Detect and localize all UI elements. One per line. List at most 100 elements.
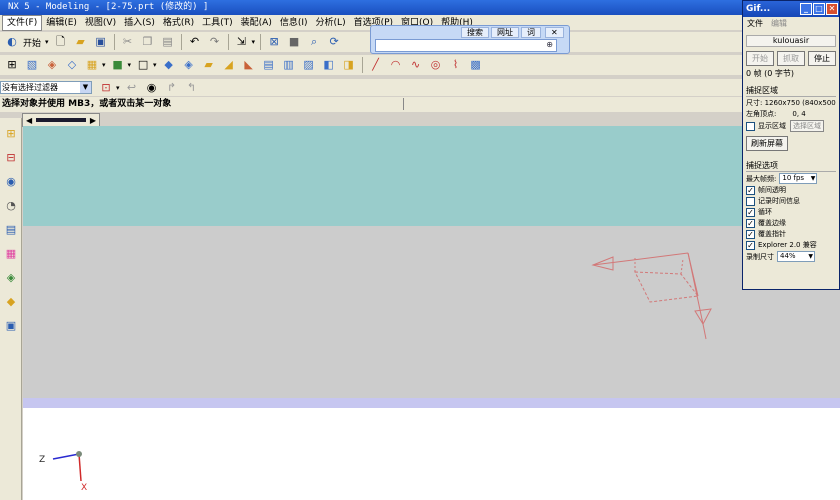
internet-explorer-icon[interactable]: ◉ [2, 172, 20, 190]
refresh-screen-button[interactable]: 刷新屏幕 [746, 136, 788, 151]
menu-edit[interactable]: 编辑(E) [42, 16, 81, 30]
save-icon[interactable]: ▣ [93, 34, 109, 50]
close-icon[interactable]: ✕ [545, 27, 564, 38]
process-studio-icon[interactable]: ◈ [2, 268, 20, 286]
chevron-down-icon[interactable]: ▾ [102, 61, 106, 69]
revolve-icon[interactable]: ◈ [44, 57, 60, 73]
sketch-icon[interactable]: ⊞ [4, 57, 20, 73]
shaded-view-icon[interactable]: ◆ [161, 57, 177, 73]
draft-icon[interactable]: ▤ [261, 57, 277, 73]
web-tab[interactable]: 网址 [491, 27, 519, 38]
extra-tab[interactable]: 词 [521, 27, 541, 38]
chamfer-icon[interactable]: ◢ [221, 57, 237, 73]
loop-checkbox[interactable]: ✓ [746, 207, 755, 217]
cover-border-checkbox[interactable]: ✓ [746, 218, 755, 228]
chevron-down-icon[interactable]: ▾ [45, 38, 49, 46]
cut-icon[interactable]: ✂ [120, 34, 136, 50]
start-icon[interactable]: ◐ [4, 34, 20, 50]
blend-icon[interactable]: ▰ [201, 57, 217, 73]
redo-icon[interactable]: ↷ [207, 34, 223, 50]
offset-curve-icon[interactable]: ◎ [428, 57, 444, 73]
gif-menu-edit[interactable]: 编辑 [771, 17, 787, 31]
roles-icon[interactable]: ◆ [2, 292, 20, 310]
fit-view-icon[interactable]: ⊠ [266, 34, 282, 50]
zoom-icon[interactable]: ⌕ [306, 34, 322, 50]
sweep-icon[interactable]: ◇ [64, 57, 80, 73]
chevron-down-icon[interactable]: ▾ [153, 61, 157, 69]
search-input[interactable] [375, 39, 557, 52]
cover-pointer-checkbox[interactable]: ✓ [746, 229, 755, 239]
open-folder-icon[interactable]: ▰ [73, 34, 89, 50]
menu-analysis[interactable]: 分析(L) [312, 16, 350, 30]
scroll-right-icon[interactable]: ▶ [90, 116, 96, 125]
hole-icon[interactable]: ▦ [84, 57, 100, 73]
menu-assembly[interactable]: 装配(A) [237, 16, 276, 30]
trim-icon[interactable]: ⌇ [448, 57, 464, 73]
gif-title-bar[interactable]: Gif... _ □ ✕ [743, 1, 839, 17]
timeinfo-checkbox[interactable] [746, 196, 755, 206]
start-button-label[interactable]: 开始 [23, 36, 41, 49]
mirror-icon[interactable]: ▨ [301, 57, 317, 73]
paste-icon[interactable]: ▤ [160, 34, 176, 50]
assembly-navigator-icon[interactable]: ⊞ [2, 124, 20, 142]
zoom-window-icon[interactable]: ■ [286, 34, 302, 50]
subtract-icon[interactable]: ◨ [341, 57, 357, 73]
wireframe-view-icon[interactable]: ◈ [181, 57, 197, 73]
copy-icon[interactable]: ❐ [140, 34, 156, 50]
chevron-down-icon[interactable]: ▼ [80, 82, 91, 93]
scroll-left-icon[interactable]: ◀ [26, 116, 32, 125]
rotate-icon[interactable]: ⟳ [326, 34, 342, 50]
block-icon[interactable]: ■ [110, 57, 126, 73]
chevron-down-icon[interactable]: ▾ [252, 38, 256, 46]
minimize-icon[interactable]: _ [800, 3, 812, 15]
surface-icon[interactable]: ▩ [468, 57, 484, 73]
wcs-triad[interactable] [591, 252, 712, 340]
rectangle-icon[interactable]: □ [135, 57, 151, 73]
chevron-down-icon[interactable]: ▾ [116, 84, 120, 92]
maximize-icon[interactable]: □ [813, 3, 825, 15]
capture-button[interactable]: 抓取 [777, 51, 805, 66]
record-size-select[interactable]: 44% ▼ [777, 251, 815, 262]
reuse-library-icon[interactable]: ▤ [2, 220, 20, 238]
scroll-track[interactable] [36, 118, 86, 122]
graphics-window[interactable]: Z X [23, 126, 840, 500]
shell-icon[interactable]: ◣ [241, 57, 257, 73]
menu-view[interactable]: 视图(V) [81, 16, 120, 30]
menu-tools[interactable]: 工具(T) [198, 16, 237, 30]
select-icon[interactable]: ⇲ [234, 34, 250, 50]
undo-icon[interactable]: ↶ [187, 34, 203, 50]
explorer-checkbox[interactable]: ✓ [746, 240, 755, 250]
chevron-down-icon[interactable]: ▾ [128, 61, 132, 69]
filter-select[interactable]: 没有选择过滤器 ▼ [0, 81, 92, 94]
system-materials-icon[interactable]: ▣ [2, 316, 20, 334]
select-next-icon[interactable]: ↱ [164, 80, 180, 96]
spline-icon[interactable]: ∿ [408, 57, 424, 73]
extrude-icon[interactable]: ▧ [24, 57, 40, 73]
start-button[interactable]: 开始 [746, 51, 774, 66]
view-icon[interactable]: ◉ [144, 80, 160, 96]
line-icon[interactable]: ╱ [368, 57, 384, 73]
search-go-icon[interactable]: ⊕ [546, 40, 553, 49]
new-file-icon[interactable]: 🗋 [53, 34, 69, 50]
chevron-down-icon[interactable]: ▼ [811, 174, 816, 183]
menu-format[interactable]: 格式(R) [159, 16, 198, 30]
chevron-down-icon[interactable]: ▼ [808, 252, 813, 261]
snap-icon[interactable]: ⊡ [98, 80, 114, 96]
arc-icon[interactable]: ◠ [388, 57, 404, 73]
menu-file[interactable]: 文件(F) [2, 14, 43, 31]
history-icon[interactable]: ◔ [2, 196, 20, 214]
pattern-icon[interactable]: ▥ [281, 57, 297, 73]
show-region-checkbox[interactable] [746, 121, 755, 131]
back-arrow-icon[interactable]: ↩ [124, 80, 140, 96]
select-previous-icon[interactable]: ↰ [184, 80, 200, 96]
search-tab[interactable]: 搜索 [461, 27, 489, 38]
select-region-button[interactable]: 选择区域 [790, 120, 824, 132]
palette-icon[interactable]: ▦ [2, 244, 20, 262]
transparent-checkbox[interactable]: ✓ [746, 185, 755, 195]
close-icon[interactable]: ✕ [826, 3, 838, 15]
menu-information[interactable]: 信息(I) [276, 16, 312, 30]
part-navigator-icon[interactable]: ⊟ [2, 148, 20, 166]
max-fps-select[interactable]: 10 fps ▼ [779, 173, 818, 184]
stop-button[interactable]: 停止 [808, 51, 836, 66]
menu-insert[interactable]: 插入(S) [120, 16, 159, 30]
